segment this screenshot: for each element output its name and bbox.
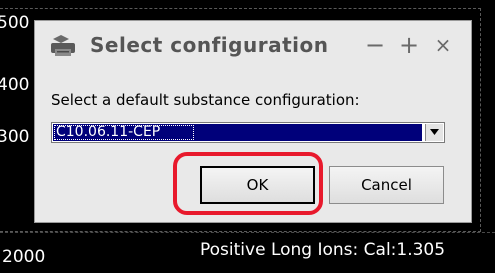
- close-button[interactable]: ×: [431, 31, 455, 59]
- maximize-button[interactable]: +: [397, 31, 421, 59]
- select-configuration-dialog: Select configuration − + × Select a defa…: [34, 20, 472, 223]
- y-tick-label: 500: [0, 13, 30, 33]
- status-divider: [0, 232, 495, 234]
- prompt-label: Select a default substance configuration…: [51, 91, 360, 109]
- dropdown-arrow-button[interactable]: [425, 124, 443, 141]
- minimize-button[interactable]: −: [363, 31, 387, 59]
- configuration-select[interactable]: C10.06.11-CEP: [51, 122, 445, 143]
- chevron-down-icon: [430, 129, 439, 135]
- cancel-button[interactable]: Cancel: [329, 166, 444, 204]
- ok-button[interactable]: OK: [200, 166, 315, 204]
- y-tick-label: 300: [0, 127, 30, 147]
- dialog-titlebar[interactable]: Select configuration − + ×: [35, 21, 471, 71]
- y-tick-label: 400: [0, 75, 30, 95]
- status-text: Positive Long Ions: Cal:1.305: [200, 240, 446, 260]
- dialog-title: Select configuration: [90, 33, 329, 57]
- x-tick-label: 2000: [2, 247, 46, 267]
- selected-configuration: C10.06.11-CEP: [53, 124, 422, 141]
- printer-icon: [49, 33, 77, 59]
